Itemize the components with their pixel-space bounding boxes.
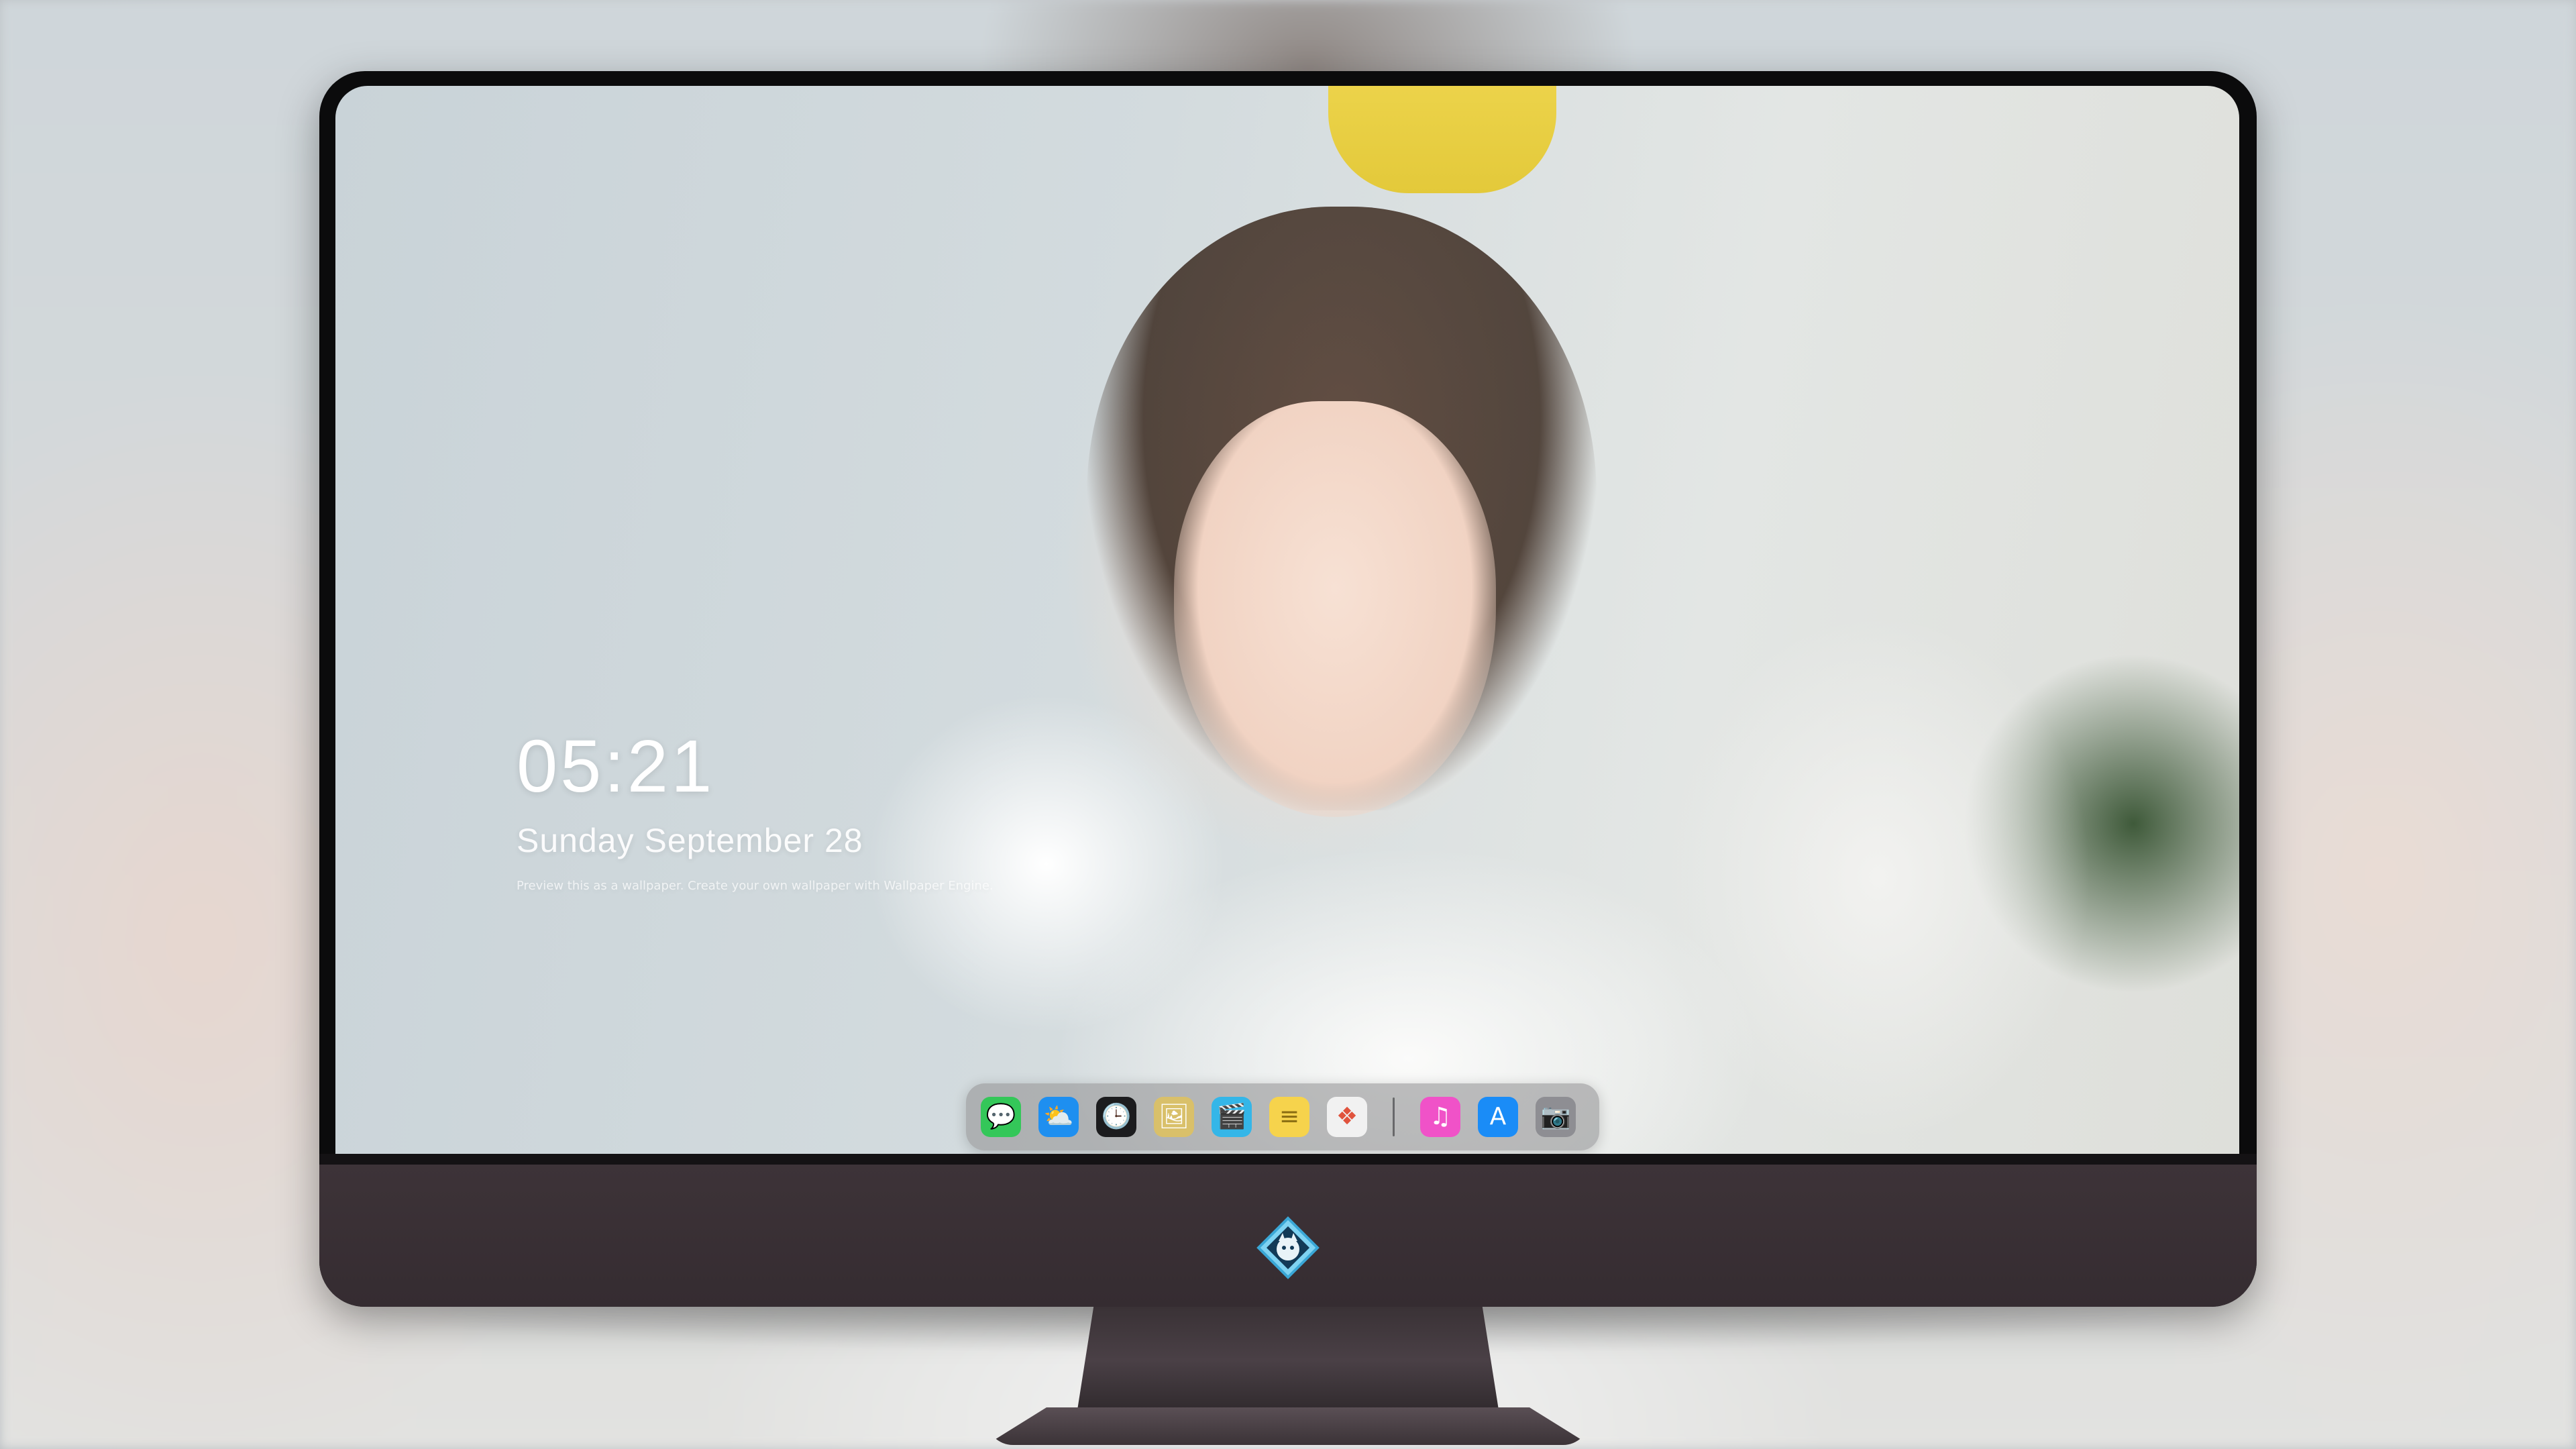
music-icon[interactable]: ♫ [1420,1097,1460,1137]
camera-icon[interactable]: 📷 [1536,1097,1576,1137]
monitor-frame: 05:21 Sunday September 28 Preview this a… [319,71,2257,1307]
dock-separator [1393,1097,1395,1136]
wallpaper-subject-face [1174,401,1496,817]
monitor-stand-base [986,1407,1590,1445]
preview-icon[interactable]: 🖼 [1154,1097,1194,1137]
clock-date: Sunday September 28 [517,822,863,859]
desktop-screen: 05:21 Sunday September 28 Preview this a… [335,86,2239,1154]
monitor-stand-neck [1077,1307,1499,1414]
wallpaper-note: Preview this as a wallpaper. Create your… [517,879,994,893]
brand-logo-icon [1256,1216,1320,1279]
clock-time: 05:21 [517,725,715,808]
app-dock: 💬 ⛅ 🕒 🖼 🎬 ≡ ❖ ♫ A 📷 [966,1083,1599,1150]
lockscreen-clock-widget: 05:21 Sunday September 28 Preview this a… [517,725,994,894]
monitor-chin-edge [319,1154,2257,1165]
photos-icon[interactable]: ❖ [1327,1097,1367,1137]
notes-icon[interactable]: ≡ [1269,1097,1309,1137]
weather-icon[interactable]: ⛅ [1038,1097,1079,1137]
clock-icon[interactable]: 🕒 [1096,1097,1136,1137]
app-store-icon[interactable]: A [1478,1097,1518,1137]
messages-icon[interactable]: 💬 [981,1097,1021,1137]
clips-icon[interactable]: 🎬 [1212,1097,1252,1137]
wallpaper-cup [1328,86,1556,193]
